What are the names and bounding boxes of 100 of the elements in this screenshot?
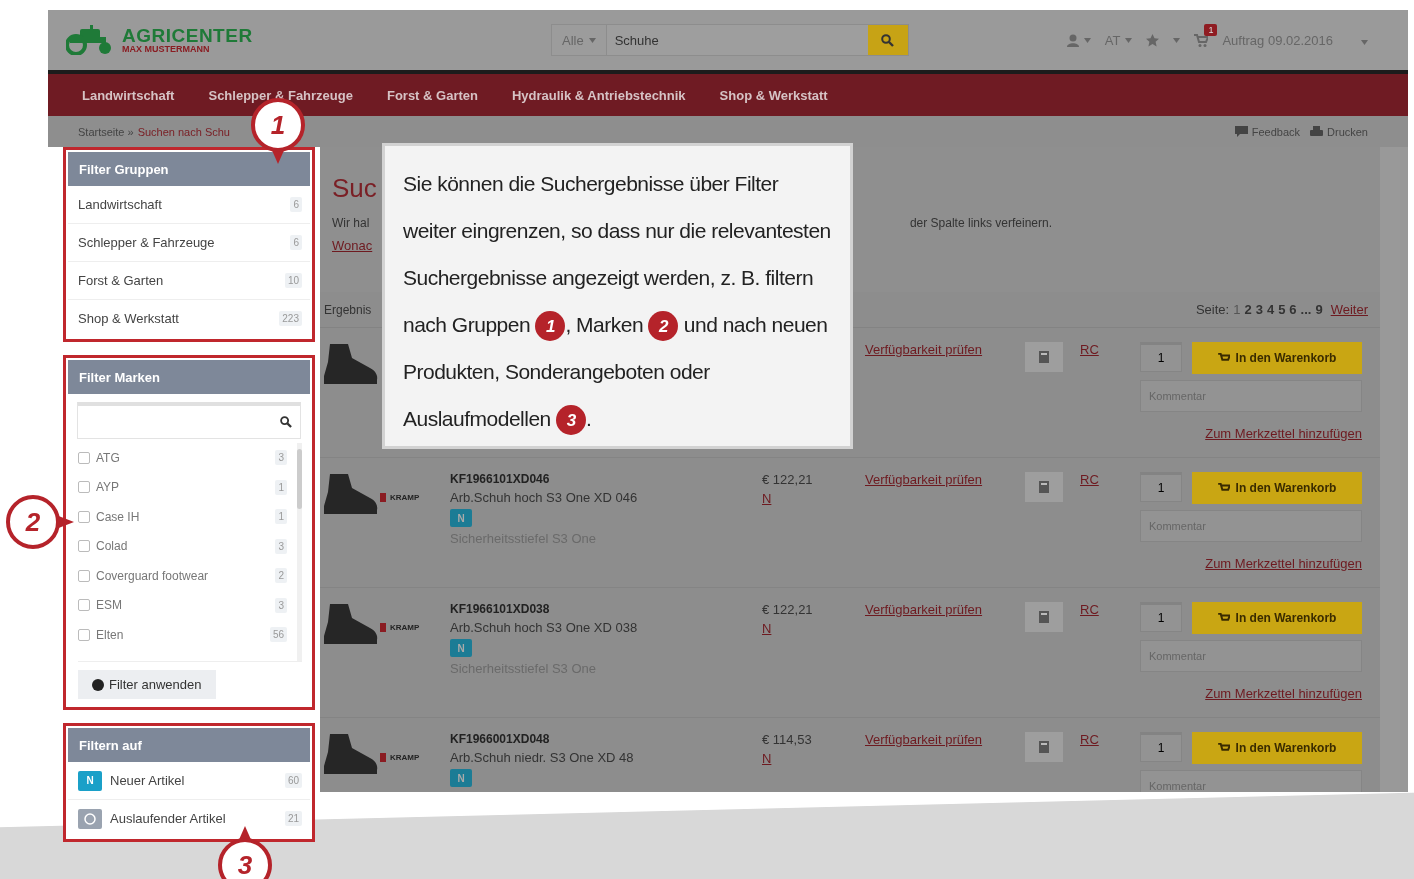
- rc-link[interactable]: RC: [1080, 602, 1099, 617]
- nav-link[interactable]: Landwirtschaft: [82, 87, 175, 103]
- favorites-button[interactable]: [1146, 33, 1160, 47]
- count-badge: 3: [275, 538, 287, 554]
- page-link[interactable]: 3: [1255, 302, 1263, 317]
- caret-icon: [1361, 39, 1368, 45]
- cart-count: 1: [1204, 23, 1218, 36]
- boot-drawing: [322, 732, 378, 776]
- next-link[interactable]: Weiter: [1330, 302, 1368, 317]
- brand-label: Elten: [96, 627, 124, 642]
- brand-label: AYP: [96, 480, 120, 495]
- availability-link[interactable]: Verfügbarkeit prüfen: [865, 472, 983, 487]
- brand-label: ESM: [96, 598, 122, 613]
- page-ellipsis: ...: [1300, 302, 1312, 317]
- group-label: Landwirtschaft: [78, 197, 162, 212]
- page-link[interactable]: 6: [1289, 302, 1297, 317]
- account-button[interactable]: [1066, 33, 1091, 47]
- rc-link[interactable]: RC: [1080, 342, 1099, 357]
- cart-icon: [1217, 353, 1230, 363]
- boot-drawing: [322, 342, 378, 386]
- product-code[interactable]: KF1966101XD038: [450, 602, 550, 616]
- breadcrumb-link[interactable]: Startseite »: [78, 125, 134, 138]
- page-link[interactable]: 4: [1266, 302, 1275, 317]
- add-to-cart-button[interactable]: In den Warenkorb: [1192, 472, 1362, 504]
- status-label: Neuer Artikel: [110, 773, 185, 788]
- cart-icon[interactable]: [1194, 33, 1209, 47]
- quantity-field[interactable]: 1: [1140, 472, 1182, 502]
- availability-link[interactable]: Verfügbarkeit prüfen: [865, 602, 983, 617]
- wishlist-link[interactable]: Zum Merkzettel hinzufügen: [1205, 556, 1362, 571]
- group-filter-item[interactable]: Schlepper & Fahrzeuge 6: [68, 224, 310, 262]
- stock-link[interactable]: N: [762, 751, 772, 766]
- group-filter-item[interactable]: Landwirtschaft 6: [68, 186, 310, 224]
- page-link[interactable]: 5: [1278, 302, 1286, 317]
- stock-link[interactable]: N: [762, 621, 772, 636]
- rc-link[interactable]: RC: [1080, 472, 1099, 487]
- calculator-button[interactable]: [1025, 342, 1063, 372]
- add-to-cart-button[interactable]: In den Warenkorb: [1192, 732, 1362, 764]
- wishlist-link[interactable]: Zum Merkzettel hinzufügen: [1205, 686, 1362, 701]
- cart-icon: [1217, 483, 1230, 493]
- brand-logo: KRAMP: [380, 493, 420, 502]
- availability-link[interactable]: Verfügbarkeit prüfen: [865, 732, 983, 747]
- cart-icon: [1217, 613, 1230, 623]
- calculator-icon: [1039, 611, 1049, 623]
- per-page-label: Ergebnis: [324, 302, 372, 317]
- product-name: Arb.Schuh hoch S3 One XD 046: [450, 490, 638, 505]
- logo-title: AGRICENTER: [122, 26, 253, 45]
- checkbox[interactable]: [78, 628, 90, 641]
- calculator-button[interactable]: [1025, 602, 1063, 632]
- group-filter-item[interactable]: Forst & Garten 10: [68, 262, 310, 300]
- checkbox[interactable]: [78, 540, 90, 553]
- availability-link[interactable]: Verfügbarkeit prüfen: [865, 342, 983, 357]
- count-badge: 3: [275, 597, 287, 613]
- page-link[interactable]: 9: [1315, 302, 1323, 317]
- nav-link[interactable]: Hydraulik & Antriebstechnik: [511, 87, 686, 103]
- page-link[interactable]: 2: [1244, 302, 1252, 317]
- intro-text: der Spalte links verfeinern.: [909, 216, 1052, 230]
- count-badge: 60: [284, 773, 302, 788]
- calculator-button[interactable]: [1025, 472, 1063, 502]
- brand-search-field[interactable]: [77, 402, 301, 439]
- scrollbar[interactable]: [1380, 147, 1408, 792]
- quantity-field[interactable]: 1: [1140, 732, 1182, 762]
- wishlist-link[interactable]: Zum Merkzettel hinzufügen: [1205, 426, 1362, 441]
- add-to-cart-button[interactable]: In den Warenkorb: [1192, 342, 1362, 374]
- nav-link[interactable]: Forst & Garten: [386, 87, 478, 103]
- checkbox[interactable]: [78, 569, 90, 582]
- brand-label: Case IH: [96, 509, 140, 524]
- add-to-cart-button[interactable]: In den Warenkorb: [1192, 602, 1362, 634]
- page-title: Suc: [332, 173, 377, 204]
- checkbox[interactable]: [78, 599, 90, 612]
- stock-link[interactable]: N: [762, 491, 772, 506]
- checkbox[interactable]: [78, 510, 90, 523]
- count-badge: 223: [279, 311, 302, 326]
- calculator-button[interactable]: [1025, 732, 1063, 762]
- rc-link[interactable]: RC: [1080, 732, 1099, 747]
- price: € 122,21: [762, 602, 813, 617]
- breadcrumb-current: Suchen nach Schu: [137, 125, 230, 138]
- calculator-icon: [1039, 741, 1049, 753]
- panel-title: Filtern auf: [68, 728, 310, 762]
- scrollbar[interactable]: [297, 443, 302, 661]
- group-label: Shop & Werkstatt: [78, 311, 179, 326]
- status-filter-item[interactable]: N Neuer Artikel 60: [68, 762, 310, 800]
- printer-icon: [1310, 126, 1324, 137]
- brand-label: ATG: [96, 450, 120, 465]
- product-code[interactable]: KF1966001XD048: [450, 732, 550, 746]
- quantity-field[interactable]: 1: [1140, 602, 1182, 632]
- feedback-link[interactable]: Feedback: [1234, 125, 1301, 138]
- page-link[interactable]: 1: [1233, 302, 1241, 317]
- product-name: Arb.Schuh niedr. S3 One XD 48: [450, 750, 634, 765]
- count-badge: 1: [275, 479, 287, 495]
- group-filter-item[interactable]: Shop & Werkstatt 223: [68, 300, 310, 337]
- print-link[interactable]: Drucken: [1310, 125, 1368, 138]
- nav-link[interactable]: Shop & Werkstatt: [719, 87, 828, 103]
- quantity-field[interactable]: 1: [1140, 342, 1182, 372]
- product-code[interactable]: KF1966101XD046: [450, 472, 550, 486]
- apply-filter-button[interactable]: Filter anwenden: [78, 670, 216, 699]
- new-badge: N: [450, 769, 472, 787]
- product-name: Arb.Schuh hoch S3 One XD 038: [450, 620, 638, 635]
- caret-icon: [1173, 37, 1181, 43]
- checkbox[interactable]: [78, 451, 90, 464]
- checkbox[interactable]: [78, 481, 90, 494]
